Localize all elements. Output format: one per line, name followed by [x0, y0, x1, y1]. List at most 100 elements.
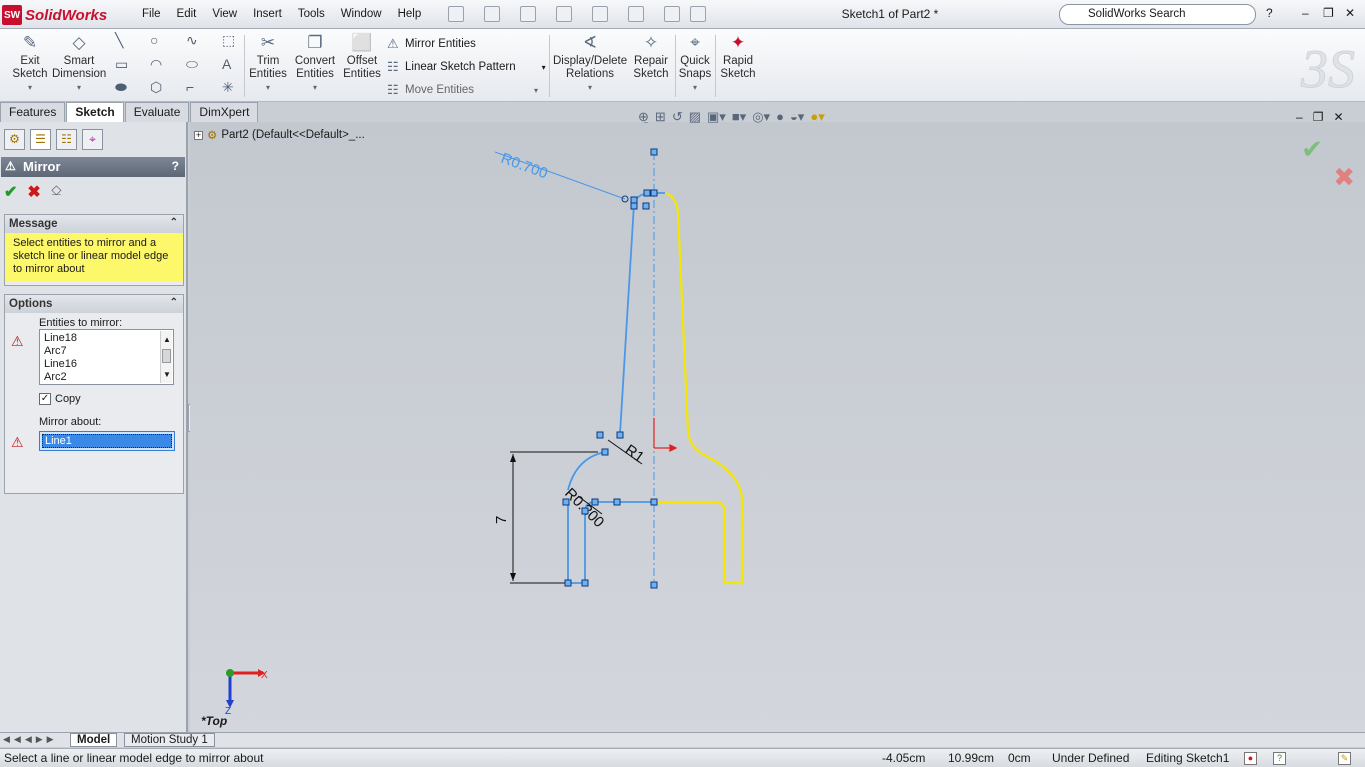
tab-sketch[interactable]: Sketch	[66, 102, 124, 122]
undo-icon[interactable]	[592, 6, 608, 22]
dimxpert-manager-tab-icon[interactable]: ⌖	[82, 128, 103, 150]
list-item[interactable]: Line16	[44, 358, 173, 371]
feature-manager-tab-icon[interactable]: ⚙	[4, 128, 25, 150]
mirror-about-field[interactable]: Line1	[39, 431, 175, 451]
search-input[interactable]: SolidWorks Search	[1059, 4, 1256, 25]
tab-dimxpert[interactable]: DimXpert	[190, 102, 259, 122]
confirm-ok-icon[interactable]: ✔	[1301, 134, 1323, 165]
minimize-icon[interactable]: –	[1302, 6, 1309, 20]
linear-sketch-pattern-button[interactable]: ☷ Linear Sketch Pattern ▾	[387, 59, 546, 75]
repair-sketch-button[interactable]: ✧ Repair Sketch	[630, 33, 672, 81]
property-manager-tab-icon[interactable]: ☰	[30, 128, 51, 150]
sketch-canvas[interactable]: R0.700 R1 R0.300 7	[190, 122, 1365, 732]
mirror-entities-button[interactable]: ⚠ Mirror Entities	[387, 36, 476, 52]
dimension-r1[interactable]: R1	[622, 441, 647, 466]
hide-show-items-icon[interactable]: ◎▾	[752, 109, 770, 125]
trim-entities-button[interactable]: ✂ Trim Entities ▾	[246, 33, 290, 94]
previous-view-icon[interactable]: ↺	[672, 109, 683, 125]
circle-icon[interactable]: ○	[150, 32, 158, 48]
checkbox-icon[interactable]: ✓	[39, 393, 51, 405]
viewport-close-icon[interactable]: ✕	[1333, 110, 1343, 124]
configuration-manager-tab-icon[interactable]: ☷	[56, 128, 77, 150]
tab-navigation-icons[interactable]: ◀◀◀▶▶	[3, 734, 58, 745]
zoom-to-fit-icon[interactable]: ⊕	[638, 109, 649, 125]
notes-icon[interactable]: ✎	[1338, 752, 1351, 765]
close-icon[interactable]: ✕	[1345, 6, 1355, 20]
mirror-about-value[interactable]: Line1	[42, 434, 172, 448]
tab-features[interactable]: Features	[0, 102, 66, 122]
open-icon[interactable]	[484, 6, 500, 22]
save-icon[interactable]	[520, 6, 536, 22]
dimension-height[interactable]: 7	[493, 516, 510, 524]
menu-tools[interactable]: Tools	[290, 6, 333, 22]
message-header[interactable]: Message ⌃	[5, 215, 183, 233]
offset-entities-button[interactable]: ⬜ Offset Entities	[340, 33, 384, 81]
dimension-r0700[interactable]: R0.700	[499, 150, 550, 183]
menu-insert[interactable]: Insert	[245, 6, 290, 22]
spline-icon[interactable]: ∿	[186, 32, 198, 49]
scroll-down-icon[interactable]: ▼	[163, 368, 171, 381]
display-style-icon[interactable]: ■▾	[732, 109, 746, 125]
list-item[interactable]: Arc7	[44, 345, 173, 358]
point-icon[interactable]: ✳	[222, 79, 234, 96]
section-view-icon[interactable]: ▨	[689, 109, 701, 125]
entities-to-mirror-list[interactable]: Line18 Arc7 Line16 Arc2 ▲ ▼	[39, 329, 174, 385]
view-settings-icon[interactable]: ●▾	[810, 109, 824, 125]
menu-file[interactable]: File	[134, 6, 169, 22]
options-icon[interactable]	[690, 6, 706, 22]
view-orientation-icon[interactable]: ▣▾	[707, 109, 726, 125]
apply-scene-icon[interactable]: ◒▾	[790, 109, 804, 125]
quick-snaps-button[interactable]: ⌖ Quick Snaps ▾	[677, 33, 713, 94]
text-icon[interactable]: A	[222, 56, 231, 72]
scroll-up-icon[interactable]: ▲	[163, 333, 171, 346]
confirm-cancel-icon[interactable]: ✖	[1333, 162, 1355, 193]
rapid-sketch-button[interactable]: ✦ Rapid Sketch	[718, 33, 758, 81]
slot-icon[interactable]: ⬬	[115, 79, 127, 96]
tab-motion-study[interactable]: Motion Study 1	[124, 733, 215, 747]
exit-sketch-button[interactable]: ✎ Exit Sketch ▾	[8, 33, 52, 94]
help-icon[interactable]: ?	[172, 159, 179, 173]
help-icon[interactable]: ?	[1266, 6, 1273, 20]
help-status-icon[interactable]: ?	[1273, 752, 1286, 765]
copy-checkbox[interactable]: ✓ Copy	[39, 393, 81, 405]
graphics-area[interactable]: + ⚙ Part2 (Default<<Default>_... R0.700 …	[190, 122, 1365, 732]
list-item[interactable]: Line18	[44, 332, 173, 345]
rectangle-icon[interactable]: ▭	[115, 56, 128, 73]
list-item[interactable]: Arc2	[44, 371, 173, 384]
menu-help[interactable]: Help	[390, 6, 430, 22]
tab-evaluate[interactable]: Evaluate	[124, 102, 190, 122]
pushpin-icon[interactable]: ⎐	[51, 182, 62, 202]
tab-model[interactable]: Model	[70, 733, 118, 747]
edit-appearance-icon[interactable]: ●	[776, 109, 784, 125]
rebuild-indicator-icon[interactable]: ●	[1244, 752, 1257, 765]
rebuild-icon[interactable]	[664, 6, 680, 22]
fillet-icon[interactable]: ⌐	[186, 79, 194, 95]
grid-icon[interactable]: ⬚	[222, 32, 235, 49]
restore-icon[interactable]: ❐	[1323, 6, 1334, 20]
ellipse-icon[interactable]: ⬭	[186, 56, 198, 73]
cancel-button[interactable]: ✖	[27, 182, 40, 202]
line-icon[interactable]: ╲	[115, 32, 123, 49]
arc-icon[interactable]: ◠	[150, 56, 162, 73]
viewport-restore-icon[interactable]: ❐	[1313, 110, 1324, 124]
list-scrollbar[interactable]: ▲ ▼	[160, 331, 172, 383]
new-document-icon[interactable]	[448, 6, 464, 22]
solidworks-logo[interactable]: SW SolidWorks	[2, 3, 126, 27]
collapse-icon[interactable]: ⌃	[170, 297, 178, 308]
polygon-icon[interactable]: ⬡	[150, 79, 162, 96]
print-icon[interactable]	[556, 6, 572, 22]
menu-view[interactable]: View	[204, 6, 245, 22]
move-entities-button[interactable]: ☷ Move Entities ▾	[387, 82, 538, 98]
scroll-thumb[interactable]	[162, 349, 171, 363]
options-header[interactable]: Options ⌃	[5, 295, 183, 313]
smart-dimension-button[interactable]: ◇ Smart Dimension ▾	[52, 33, 106, 94]
menu-window[interactable]: Window	[333, 6, 390, 22]
collapse-icon[interactable]: ⌃	[170, 217, 178, 228]
display-delete-relations-button[interactable]: ∢ Display/Delete Relations ▾	[553, 33, 627, 94]
viewport-minimize-icon[interactable]: –	[1296, 110, 1303, 124]
convert-entities-button[interactable]: ❐ Convert Entities ▾	[291, 33, 339, 94]
ok-button[interactable]: ✔	[4, 182, 17, 202]
select-icon[interactable]	[628, 6, 644, 22]
menu-edit[interactable]: Edit	[169, 6, 205, 22]
zoom-to-area-icon[interactable]: ⊞	[655, 109, 666, 125]
